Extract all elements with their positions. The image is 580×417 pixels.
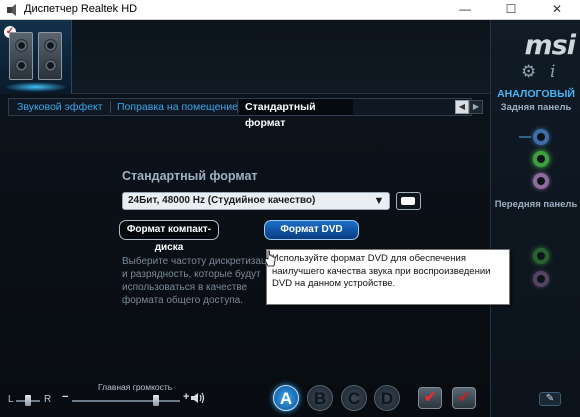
speaker-mute-icon[interactable] <box>191 392 205 404</box>
rear-line-out-jack[interactable] <box>533 151 549 167</box>
volume-minus-icon[interactable]: − <box>62 391 68 403</box>
app-body: ✓ msi ⚙ i АНАЛОГОВЫЙ Задняя панель Перед… <box>0 20 580 417</box>
default-format-panel: Стандартный формат 24Бит, 48000 Hz (Студ… <box>8 117 482 357</box>
volume-track[interactable] <box>72 400 180 402</box>
tab-default-format[interactable]: Стандартный формат <box>239 99 353 129</box>
format-select-value: 24Бит, 48000 Hz (Студийное качество) <box>128 195 316 206</box>
close-button[interactable]: ✕ <box>534 0 580 20</box>
speakers-device-tile[interactable]: ✓ <box>0 20 72 94</box>
cd-format-button[interactable]: Формат компакт-диска <box>119 220 219 253</box>
device-glow <box>4 82 68 92</box>
profile-b-button[interactable]: B <box>307 385 333 411</box>
dvd-format-tooltip: Используйте формат DVD для обеспечения н… <box>266 249 510 305</box>
info-icon[interactable]: i <box>550 62 555 82</box>
balance-slider-thumb[interactable] <box>25 395 31 406</box>
front-headphone-jack[interactable] <box>533 248 549 264</box>
title-bar: Диспетчер Realtek HD — ☐ ✕ <box>0 0 580 20</box>
apply-format-toggle[interactable] <box>396 192 421 210</box>
dvd-format-button[interactable]: Формат DVD <box>264 220 359 240</box>
tab-bar: Звуковой эффект Поправка на помещение Ст… <box>8 98 483 129</box>
gear-icon[interactable]: ⚙ <box>521 62 536 82</box>
tab-prev-arrow-icon[interactable]: ◀ <box>455 100 469 114</box>
maximize-button[interactable]: ☐ <box>488 0 534 20</box>
cancel-button[interactable]: ✔ <box>452 387 476 409</box>
bottom-controls: L R Главная громкость − + A B C D ✔ ✔ <box>0 360 490 417</box>
balance-left-label: L <box>8 394 14 405</box>
balance-right-label: R <box>44 394 52 405</box>
front-mic-jack[interactable] <box>533 271 549 287</box>
minimize-button[interactable]: — <box>442 0 488 20</box>
ok-button[interactable]: ✔ <box>418 387 442 409</box>
chevron-down-icon[interactable]: ▼ <box>372 194 386 208</box>
profile-c-button[interactable]: C <box>341 385 367 411</box>
realtek-app-icon <box>7 4 16 16</box>
master-volume-label: Главная громкость <box>98 382 173 392</box>
rear-line-in-jack[interactable] <box>533 129 549 145</box>
section-title: Стандартный формат <box>122 169 258 183</box>
jack-connector-line <box>519 136 531 138</box>
volume-slider-thumb[interactable] <box>153 395 160 406</box>
tab-room-correction[interactable]: Поправка на помещение <box>111 99 244 115</box>
format-select[interactable]: 24Бит, 48000 Hz (Студийное качество) ▼ <box>122 192 390 210</box>
connector-settings-button[interactable]: ✎ <box>539 392 561 406</box>
front-panel-label: Передняя панель <box>494 199 578 210</box>
window-title: Диспетчер Realtek HD <box>24 3 138 15</box>
hand-cursor-icon <box>264 250 276 267</box>
analog-label: АНАЛОГОВЫЙ <box>497 88 575 100</box>
header: ✓ <box>0 20 490 94</box>
tab-sound-effect[interactable]: Звуковой эффект <box>11 99 109 115</box>
right-speaker-icon <box>38 32 62 80</box>
profile-a-button[interactable]: A <box>273 385 299 411</box>
format-description: Выберите частоту дискретизации и разрядн… <box>122 256 278 306</box>
toggle-knob <box>401 197 415 205</box>
msi-logo: msi <box>524 30 576 61</box>
left-speaker-icon <box>9 32 33 80</box>
tab-next-arrow-icon[interactable]: ▶ <box>469 100 483 114</box>
rear-mic-jack[interactable] <box>533 173 549 189</box>
profile-d-button[interactable]: D <box>374 385 400 411</box>
tab-separator <box>237 101 238 113</box>
volume-plus-icon[interactable]: + <box>183 391 189 403</box>
rear-panel-label: Задняя панель <box>500 102 572 113</box>
connector-panel: msi ⚙ i АНАЛОГОВЫЙ Задняя панель Передня… <box>490 20 580 417</box>
